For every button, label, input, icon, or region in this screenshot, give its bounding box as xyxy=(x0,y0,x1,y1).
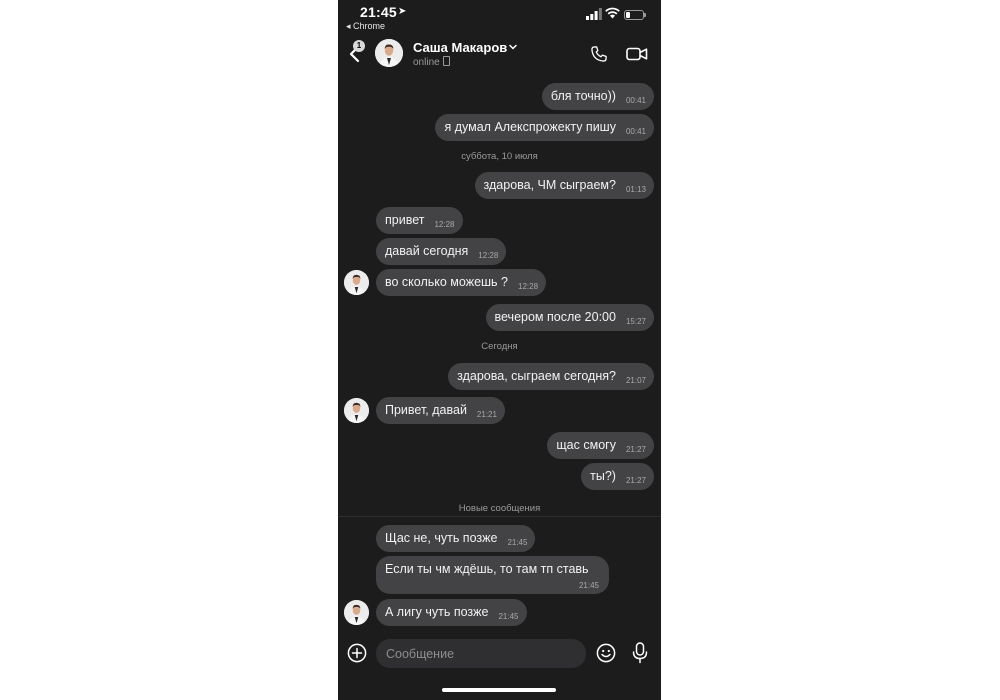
message-bubble-incoming[interactable]: А лигу чуть позже 21:45 xyxy=(376,599,527,626)
message-text: бля точно)) xyxy=(550,89,616,103)
plus-circle-icon xyxy=(347,643,367,663)
message-time: 12:28 xyxy=(518,282,539,291)
new-messages-separator: Новые сообщения xyxy=(458,503,541,514)
message-text: Привет, давай xyxy=(385,403,467,417)
message-text: щас смогу xyxy=(556,438,616,452)
message-bubble-outgoing[interactable]: щас смогу 21:27 xyxy=(547,432,654,459)
message-bubble-incoming[interactable]: Если ты чм ждёшь, то там тп ставь 21:45 xyxy=(376,556,609,594)
phone-icon xyxy=(591,46,607,62)
unread-badge: 1 xyxy=(353,40,365,52)
contact-status-text: online xyxy=(413,57,440,68)
sender-avatar[interactable] xyxy=(344,600,369,625)
emoji-button[interactable] xyxy=(596,643,616,663)
message-text: я думал Алекспрожекту пишу xyxy=(444,120,616,134)
date-separator: суббота, 10 июля xyxy=(461,151,538,162)
message-text: Если ты чм ждёшь, то там тп ставь xyxy=(385,562,589,576)
microphone-icon xyxy=(632,642,648,664)
message-time: 00:41 xyxy=(625,127,646,136)
new-messages-divider xyxy=(338,516,661,517)
message-text: Щас не, чуть позже xyxy=(385,531,498,545)
message-bubble-incoming[interactable]: Щас не, чуть позже 21:45 xyxy=(376,525,536,552)
message-bubble-incoming[interactable]: давай сегодня 12:28 xyxy=(376,238,507,265)
message-time: 12:28 xyxy=(478,251,499,260)
voice-message-button[interactable] xyxy=(631,642,649,664)
video-camera-icon xyxy=(626,47,641,61)
message-input[interactable] xyxy=(376,639,586,668)
chevron-down-icon[interactable] xyxy=(508,42,518,52)
message-text: во сколько можешь ? xyxy=(385,275,508,289)
contact-avatar[interactable] xyxy=(375,39,403,67)
phone-screen: 21:45 ➤ ◂ Chrome 1 Саша Макаров online б… xyxy=(338,0,661,700)
message-text: давай сегодня xyxy=(385,244,469,258)
message-time: 21:07 xyxy=(625,376,646,385)
home-indicator[interactable] xyxy=(442,688,556,692)
call-button[interactable] xyxy=(589,44,609,64)
contact-status: online xyxy=(413,56,450,68)
message-time: 00:41 xyxy=(625,96,646,105)
status-time: 21:45 xyxy=(360,4,397,20)
message-text: привет xyxy=(385,213,425,227)
date-separator: Сегодня xyxy=(481,341,518,352)
sender-avatar[interactable] xyxy=(344,270,369,295)
message-time: 15:27 xyxy=(625,317,646,326)
message-bubble-outgoing[interactable]: вечером после 20:00 15:27 xyxy=(485,304,654,331)
video-call-button[interactable] xyxy=(626,46,648,62)
contact-name[interactable]: Саша Макаров xyxy=(413,40,507,55)
back-to-app-link[interactable]: ◂ Chrome xyxy=(346,21,385,32)
message-time: 21:27 xyxy=(625,445,646,454)
attach-button[interactable] xyxy=(347,643,367,663)
message-bubble-outgoing[interactable]: я думал Алекспрожекту пишу 00:41 xyxy=(435,114,654,141)
mobile-device-icon xyxy=(442,56,450,66)
message-bubble-outgoing[interactable]: ты?) 21:27 xyxy=(581,463,654,490)
message-text: ты?) xyxy=(590,469,616,483)
message-time: 21:45 xyxy=(498,612,519,621)
message-bubble-outgoing[interactable]: здарова, ЧМ сыграем? 01:13 xyxy=(474,172,654,199)
cellular-signal-icon xyxy=(586,8,602,20)
message-bubble-outgoing[interactable]: здарова, сыграем сегодня? 21:07 xyxy=(448,363,654,390)
message-time: 21:45 xyxy=(507,538,528,547)
message-time: 21:27 xyxy=(625,476,646,485)
message-time: 21:45 xyxy=(578,581,599,590)
wifi-icon xyxy=(605,7,620,19)
message-time: 01:13 xyxy=(625,185,646,194)
message-text: здарова, ЧМ сыграем? xyxy=(483,178,616,192)
message-bubble-incoming[interactable]: привет 12:28 xyxy=(376,207,463,234)
battery-level-fill xyxy=(626,12,630,18)
message-bubble-outgoing[interactable]: бля точно)) 00:41 xyxy=(541,83,654,110)
location-arrow-icon: ➤ xyxy=(398,6,407,17)
message-bubble-incoming[interactable]: Привет, давай 21:21 xyxy=(376,397,505,424)
message-text: здарова, сыграем сегодня? xyxy=(457,369,616,383)
message-time: 12:28 xyxy=(434,220,455,229)
message-bubble-incoming[interactable]: во сколько можешь ? 12:28 xyxy=(376,269,547,296)
battery-icon xyxy=(624,10,646,20)
message-time: 21:21 xyxy=(476,410,497,419)
message-text: вечером после 20:00 xyxy=(494,310,616,324)
message-text: А лигу чуть позже xyxy=(385,605,489,619)
emoji-icon xyxy=(596,643,616,663)
sender-avatar[interactable] xyxy=(344,398,369,423)
